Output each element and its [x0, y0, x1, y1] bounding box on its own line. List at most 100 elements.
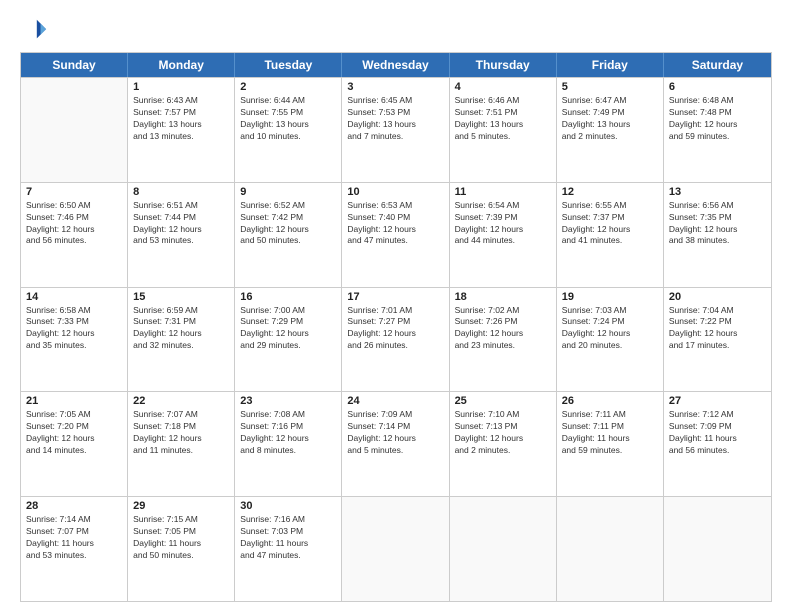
- day-cell-3: 3 Sunrise: 6:45 AMSunset: 7:53 PMDaylight…: [342, 78, 449, 182]
- calendar: SundayMondayTuesdayWednesdayThursdayFrid…: [20, 52, 772, 602]
- day-cell-14: 14 Sunrise: 6:58 AMSunset: 7:33 PMDayligh…: [21, 288, 128, 392]
- calendar-body: 1 Sunrise: 6:43 AMSunset: 7:57 PMDaylight…: [21, 77, 771, 601]
- calendar-row-4: 28Sunrise: 7:14 AMSunset: 7:07 PMDayligh…: [21, 496, 771, 601]
- calendar-row-1: 7 Sunrise: 6:50 AMSunset: 7:46 PMDaylight…: [21, 182, 771, 287]
- cell-info: Sunrise: 7:01 AMSunset: 7:27 PMDaylight:…: [347, 305, 443, 353]
- cell-info: Sunrise: 6:56 AMSunset: 7:35 PMDaylight:…: [669, 200, 766, 248]
- empty-cell-4-6: [664, 497, 771, 601]
- day-cell-29: 29 Sunrise: 7:15 AMSunset: 7:05 PMDayligh…: [128, 497, 235, 601]
- day-number: 24: [347, 395, 443, 407]
- day-number: 5: [562, 81, 658, 93]
- cell-info: Sunrise: 7:10 AMSunset: 7:13 PMDaylight:…: [455, 409, 551, 457]
- cell-info: Sunrise: 6:53 AMSunset: 7:40 PMDaylight:…: [347, 200, 443, 248]
- cell-info: Sunrise: 7:09 AMSunset: 7:14 PMDaylight:…: [347, 409, 443, 457]
- day-number: 27: [669, 395, 766, 407]
- empty-cell-4-3: [342, 497, 449, 601]
- day-number: 13: [669, 186, 766, 198]
- day-number: 17: [347, 291, 443, 303]
- day-number: 12: [562, 186, 658, 198]
- day-cell-26: 26 Sunrise: 7:11 AMSunset: 7:11 PMDayligh…: [557, 392, 664, 496]
- day-cell-23: 23Sunrise: 7:08 AMSunset: 7:16 PMDayligh…: [235, 392, 342, 496]
- day-cell-17: 17 Sunrise: 7:01 AMSunset: 7:27 PMDayligh…: [342, 288, 449, 392]
- cell-info: Sunrise: 7:12 AMSunset: 7:09 PMDaylight:…: [669, 409, 766, 457]
- calendar-row-0: 1 Sunrise: 6:43 AMSunset: 7:57 PMDaylight…: [21, 77, 771, 182]
- day-cell-18: 18Sunrise: 7:02 AMSunset: 7:26 PMDayligh…: [450, 288, 557, 392]
- day-cell-25: 25 Sunrise: 7:10 AMSunset: 7:13 PMDayligh…: [450, 392, 557, 496]
- empty-cell-4-5: [557, 497, 664, 601]
- cell-info: Sunrise: 6:50 AMSunset: 7:46 PMDaylight:…: [26, 200, 122, 248]
- cell-info: Sunrise: 6:55 AMSunset: 7:37 PMDaylight:…: [562, 200, 658, 248]
- day-number: 6: [669, 81, 766, 93]
- day-number: 11: [455, 186, 551, 198]
- cell-info: Sunrise: 7:05 AMSunset: 7:20 PMDaylight:…: [26, 409, 122, 457]
- day-number: 21: [26, 395, 122, 407]
- header-day-tuesday: Tuesday: [235, 53, 342, 77]
- day-number: 16: [240, 291, 336, 303]
- header-day-thursday: Thursday: [450, 53, 557, 77]
- empty-cell-4-4: [450, 497, 557, 601]
- cell-info: Sunrise: 6:51 AMSunset: 7:44 PMDaylight:…: [133, 200, 229, 248]
- day-number: 7: [26, 186, 122, 198]
- day-number: 8: [133, 186, 229, 198]
- day-cell-4: 4 Sunrise: 6:46 AMSunset: 7:51 PMDaylight…: [450, 78, 557, 182]
- day-number: 14: [26, 291, 122, 303]
- page: SundayMondayTuesdayWednesdayThursdayFrid…: [0, 0, 792, 612]
- day-number: 20: [669, 291, 766, 303]
- day-number: 9: [240, 186, 336, 198]
- header-day-monday: Monday: [128, 53, 235, 77]
- cell-info: Sunrise: 6:43 AMSunset: 7:57 PMDaylight:…: [133, 95, 229, 143]
- day-cell-13: 13 Sunrise: 6:56 AMSunset: 7:35 PMDayligh…: [664, 183, 771, 287]
- cell-info: Sunrise: 7:03 AMSunset: 7:24 PMDaylight:…: [562, 305, 658, 353]
- cell-info: Sunrise: 6:52 AMSunset: 7:42 PMDaylight:…: [240, 200, 336, 248]
- cell-info: Sunrise: 7:04 AMSunset: 7:22 PMDaylight:…: [669, 305, 766, 353]
- day-number: 18: [455, 291, 551, 303]
- header-day-sunday: Sunday: [21, 53, 128, 77]
- day-cell-19: 19 Sunrise: 7:03 AMSunset: 7:24 PMDayligh…: [557, 288, 664, 392]
- cell-info: Sunrise: 7:16 AMSunset: 7:03 PMDaylight:…: [240, 514, 336, 562]
- cell-info: Sunrise: 7:08 AMSunset: 7:16 PMDaylight:…: [240, 409, 336, 457]
- day-cell-12: 12 Sunrise: 6:55 AMSunset: 7:37 PMDayligh…: [557, 183, 664, 287]
- header-day-friday: Friday: [557, 53, 664, 77]
- day-number: 22: [133, 395, 229, 407]
- cell-info: Sunrise: 6:46 AMSunset: 7:51 PMDaylight:…: [455, 95, 551, 143]
- day-cell-11: 11Sunrise: 6:54 AMSunset: 7:39 PMDayligh…: [450, 183, 557, 287]
- day-number: 15: [133, 291, 229, 303]
- day-number: 29: [133, 500, 229, 512]
- day-cell-30: 30Sunrise: 7:16 AMSunset: 7:03 PMDayligh…: [235, 497, 342, 601]
- cell-info: Sunrise: 7:00 AMSunset: 7:29 PMDaylight:…: [240, 305, 336, 353]
- cell-info: Sunrise: 6:45 AMSunset: 7:53 PMDaylight:…: [347, 95, 443, 143]
- header-day-saturday: Saturday: [664, 53, 771, 77]
- day-cell-10: 10 Sunrise: 6:53 AMSunset: 7:40 PMDayligh…: [342, 183, 449, 287]
- day-cell-7: 7 Sunrise: 6:50 AMSunset: 7:46 PMDaylight…: [21, 183, 128, 287]
- day-number: 19: [562, 291, 658, 303]
- day-cell-28: 28Sunrise: 7:14 AMSunset: 7:07 PMDayligh…: [21, 497, 128, 601]
- cell-info: Sunrise: 6:48 AMSunset: 7:48 PMDaylight:…: [669, 95, 766, 143]
- day-cell-27: 27 Sunrise: 7:12 AMSunset: 7:09 PMDayligh…: [664, 392, 771, 496]
- logo-icon: [20, 16, 48, 44]
- day-number: 1: [133, 81, 229, 93]
- day-number: 3: [347, 81, 443, 93]
- header: [20, 16, 772, 44]
- day-cell-5: 5 Sunrise: 6:47 AMSunset: 7:49 PMDaylight…: [557, 78, 664, 182]
- cell-info: Sunrise: 7:15 AMSunset: 7:05 PMDaylight:…: [133, 514, 229, 562]
- day-cell-1: 1 Sunrise: 6:43 AMSunset: 7:57 PMDaylight…: [128, 78, 235, 182]
- day-number: 26: [562, 395, 658, 407]
- cell-info: Sunrise: 6:58 AMSunset: 7:33 PMDaylight:…: [26, 305, 122, 353]
- cell-info: Sunrise: 6:47 AMSunset: 7:49 PMDaylight:…: [562, 95, 658, 143]
- day-cell-8: 8 Sunrise: 6:51 AMSunset: 7:44 PMDaylight…: [128, 183, 235, 287]
- cell-info: Sunrise: 7:14 AMSunset: 7:07 PMDaylight:…: [26, 514, 122, 562]
- day-cell-9: 9 Sunrise: 6:52 AMSunset: 7:42 PMDaylight…: [235, 183, 342, 287]
- day-cell-22: 22Sunrise: 7:07 AMSunset: 7:18 PMDayligh…: [128, 392, 235, 496]
- day-cell-15: 15Sunrise: 6:59 AMSunset: 7:31 PMDayligh…: [128, 288, 235, 392]
- day-cell-16: 16 Sunrise: 7:00 AMSunset: 7:29 PMDayligh…: [235, 288, 342, 392]
- day-number: 4: [455, 81, 551, 93]
- day-number: 25: [455, 395, 551, 407]
- empty-cell-0-0: [21, 78, 128, 182]
- day-cell-20: 20 Sunrise: 7:04 AMSunset: 7:22 PMDayligh…: [664, 288, 771, 392]
- day-number: 2: [240, 81, 336, 93]
- day-number: 10: [347, 186, 443, 198]
- day-cell-2: 2Sunrise: 6:44 AMSunset: 7:55 PMDaylight…: [235, 78, 342, 182]
- cell-info: Sunrise: 7:11 AMSunset: 7:11 PMDaylight:…: [562, 409, 658, 457]
- calendar-row-2: 14 Sunrise: 6:58 AMSunset: 7:33 PMDayligh…: [21, 287, 771, 392]
- calendar-row-3: 21 Sunrise: 7:05 AMSunset: 7:20 PMDayligh…: [21, 391, 771, 496]
